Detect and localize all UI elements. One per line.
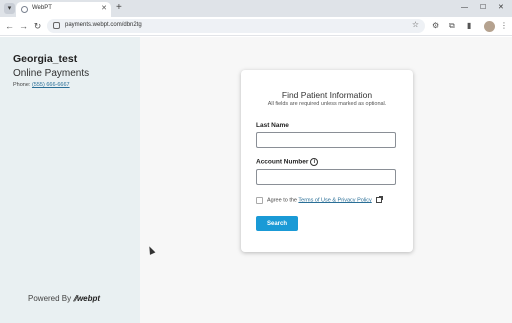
- account-number-label: Account Number: [256, 158, 309, 166]
- kebab-menu-icon[interactable]: ⋮: [500, 20, 508, 32]
- external-link-icon[interactable]: [376, 196, 384, 203]
- tab-webpt[interactable]: WebPT ✕: [16, 2, 111, 17]
- puzzle-icon[interactable]: ⧉: [449, 20, 455, 32]
- online-payments-heading: Online Payments: [13, 68, 90, 79]
- window-close-icon[interactable]: ✕: [498, 2, 504, 14]
- agree-text: Agree to the Terms of Use & Privacy Poli…: [267, 196, 384, 204]
- info-icon[interactable]: i: [310, 158, 319, 166]
- reload-icon[interactable]: ↻: [32, 19, 43, 33]
- webpt-logo: ⫽webpt: [73, 294, 101, 303]
- practice-name: Georgia_test: [13, 53, 78, 65]
- phone-label: Phone:: [13, 82, 31, 88]
- minimize-icon[interactable]: —: [461, 2, 468, 14]
- last-name-input[interactable]: [256, 132, 396, 148]
- phone-line: Phone: (555) 666-6667: [13, 82, 70, 88]
- sidebar: Georgia_test Online Payments Phone: (555…: [0, 37, 140, 323]
- site-info-icon[interactable]: [53, 22, 60, 29]
- main-content: Find Patient Information All fields are …: [140, 37, 512, 323]
- star-icon[interactable]: ☆: [412, 20, 419, 29]
- tab-search-button[interactable]: ▾: [4, 3, 15, 14]
- tab-strip: ▾ WebPT ✕ + — ☐ ✕: [0, 0, 512, 17]
- patient-search-card: Find Patient Information All fields are …: [241, 70, 413, 252]
- chevron-down-icon: ▾: [7, 5, 12, 12]
- agree-prefix: Agree to the: [267, 197, 297, 204]
- close-icon[interactable]: ✕: [101, 4, 107, 12]
- back-arrow-icon[interactable]: ←: [4, 19, 15, 33]
- gear-icon[interactable]: ⚙: [432, 20, 439, 32]
- forward-arrow-icon[interactable]: →: [18, 19, 29, 33]
- address-bar[interactable]: payments.webpt.com/dbn2tg ☆: [47, 19, 425, 33]
- last-name-label: Last Name: [256, 122, 289, 129]
- url-text: payments.webpt.com/dbn2tg: [65, 22, 142, 28]
- form-title: Find Patient Information: [281, 90, 373, 100]
- plus-icon[interactable]: +: [116, 2, 122, 14]
- tab-title: WebPT: [32, 5, 52, 11]
- browser-toolbar: ← → ↻ payments.webpt.com/dbn2tg ☆ ⚙ ⧉ ▮ …: [0, 17, 512, 36]
- maximize-icon[interactable]: ☐: [480, 2, 486, 14]
- account-number-label-row: Account Number i: [256, 158, 319, 166]
- profile-avatar[interactable]: [484, 21, 495, 32]
- form-subtitle: All fields are required unless marked as…: [267, 101, 387, 107]
- powered-by-text: Powered By: [28, 294, 72, 303]
- account-number-input[interactable]: [256, 169, 396, 185]
- phone-link[interactable]: (555) 666-6667: [32, 82, 70, 88]
- globe-icon: [21, 6, 28, 13]
- side-panel-icon[interactable]: ▮: [467, 20, 471, 32]
- search-button[interactable]: Search: [256, 216, 298, 231]
- terms-privacy-link[interactable]: Terms of Use & Privacy Policy: [298, 197, 371, 203]
- agree-checkbox[interactable]: [256, 197, 263, 204]
- powered-by: Powered By ⫽webpt: [28, 294, 100, 304]
